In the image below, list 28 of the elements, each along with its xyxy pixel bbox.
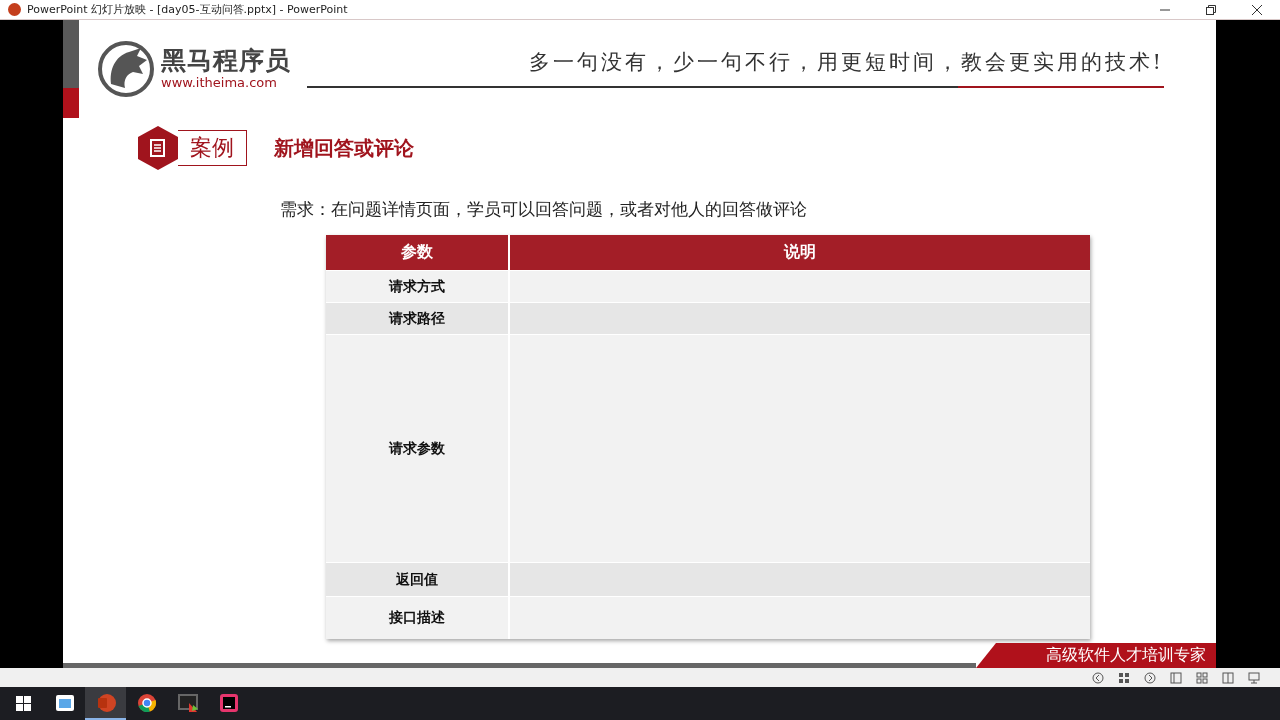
side-bar-accent <box>63 88 79 118</box>
next-icon[interactable] <box>1144 671 1156 684</box>
slideshow-icon[interactable] <box>1248 671 1260 684</box>
presentation-icon <box>95 692 116 713</box>
browser-icon <box>136 692 157 713</box>
app-icon <box>8 3 21 16</box>
slogan: 多一句没有，少一句不行，用更短时间，教会更实用的技术! <box>527 49 1164 76</box>
normal-view-icon[interactable] <box>1170 671 1182 684</box>
restore-icon[interactable] <box>1206 4 1216 15</box>
column-header: 说明 <box>782 241 817 263</box>
reading-view-icon[interactable] <box>1222 671 1234 684</box>
close-icon[interactable] <box>1252 4 1262 15</box>
horse-logo-icon <box>97 40 155 98</box>
brand-name: 黑马程序员 <box>161 47 291 75</box>
grid-icon[interactable] <box>1118 671 1130 684</box>
window-title: PowerPoint 幻灯片放映 - [day05-互动问答.pptx] - PowerPoint <box>27 2 349 17</box>
footer-banner: 高级软件人才培训专家 <box>976 643 1216 668</box>
section-label: 案例 <box>178 130 247 166</box>
sorter-view-icon[interactable] <box>1196 671 1208 684</box>
ide-icon <box>218 692 239 713</box>
window-icon <box>54 693 75 712</box>
brand-url: www.itheima.com <box>161 75 278 91</box>
terminal-icon <box>176 692 199 713</box>
requirement-text: 需求：在问题详情页面，学员可以回答问题，或者对他人的回答做评论 <box>280 198 808 221</box>
side-bar <box>63 20 79 88</box>
previous-icon[interactable] <box>1092 671 1104 684</box>
section-title: 新增回答或评论 <box>274 134 414 162</box>
table-cell: 接口描述 <box>326 597 510 639</box>
